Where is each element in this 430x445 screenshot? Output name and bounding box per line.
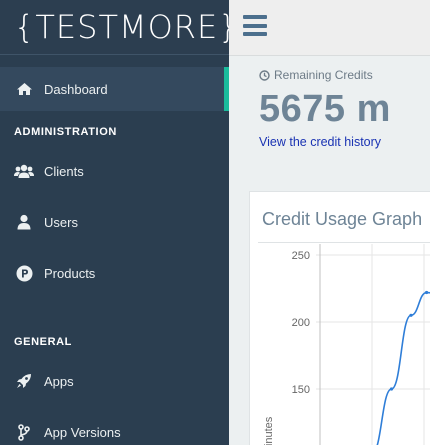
home-icon <box>14 82 34 96</box>
panel-title: Credit Usage Graph <box>262 209 423 229</box>
series-point <box>389 387 394 391</box>
panel-divider <box>258 242 430 243</box>
series-point <box>409 313 413 317</box>
sidebar-item-label: App Versions <box>44 424 121 440</box>
y-tick-label: 250 <box>292 250 310 262</box>
brand-logo[interactable]: {TESTMORE} <box>0 0 239 55</box>
sidebar-item-label: Apps <box>44 373 74 389</box>
top-bar <box>229 0 430 56</box>
credit-history-link[interactable]: View the credit history <box>259 135 381 149</box>
users-icon <box>14 164 34 179</box>
sidebar-item-label: Dashboard <box>44 81 108 97</box>
sidebar-item-app-versions[interactable]: App Versions <box>0 410 229 445</box>
y-tick-label: 200 <box>292 317 310 329</box>
menu-toggle-icon[interactable] <box>243 15 267 36</box>
series-point <box>425 290 429 295</box>
y-axis-label: Minutes <box>263 416 275 445</box>
remaining-credits-value: 5675 m <box>259 88 391 130</box>
branch-icon <box>14 423 34 441</box>
credit-usage-chart: 250 200 150 Minutes <box>263 244 430 445</box>
series-line <box>376 291 430 445</box>
y-tick-label: 150 <box>292 384 310 396</box>
clock-icon <box>259 69 270 81</box>
sidebar-item-users[interactable]: Users <box>0 200 229 244</box>
sidebar-item-label: Clients <box>44 163 84 179</box>
sidebar: {TESTMORE} Dashboard ADMINISTRATION Clie… <box>0 0 239 445</box>
sidebar-item-products[interactable]: Products <box>0 251 229 295</box>
credit-usage-panel: Credit Usage Graph 250 200 150 Minutes <box>249 191 430 445</box>
section-heading-general: GENERAL <box>14 336 72 348</box>
sidebar-item-apps[interactable]: Apps <box>0 359 229 403</box>
section-heading-administration: ADMINISTRATION <box>14 126 117 138</box>
sidebar-item-dashboard[interactable]: Dashboard <box>0 67 229 111</box>
user-icon <box>14 214 34 230</box>
parking-icon <box>14 265 34 282</box>
sidebar-item-label: Users <box>44 214 78 230</box>
brand-name: {TESTMORE} <box>14 8 240 46</box>
rocket-icon <box>14 373 34 389</box>
sidebar-item-clients[interactable]: Clients <box>0 149 229 193</box>
remaining-credits-label: Remaining Credits <box>259 68 373 82</box>
main-content: Remaining Credits 5675 m View the credit… <box>229 57 430 445</box>
sidebar-item-label: Products <box>44 265 96 281</box>
remaining-credits-text: Remaining Credits <box>274 68 373 82</box>
